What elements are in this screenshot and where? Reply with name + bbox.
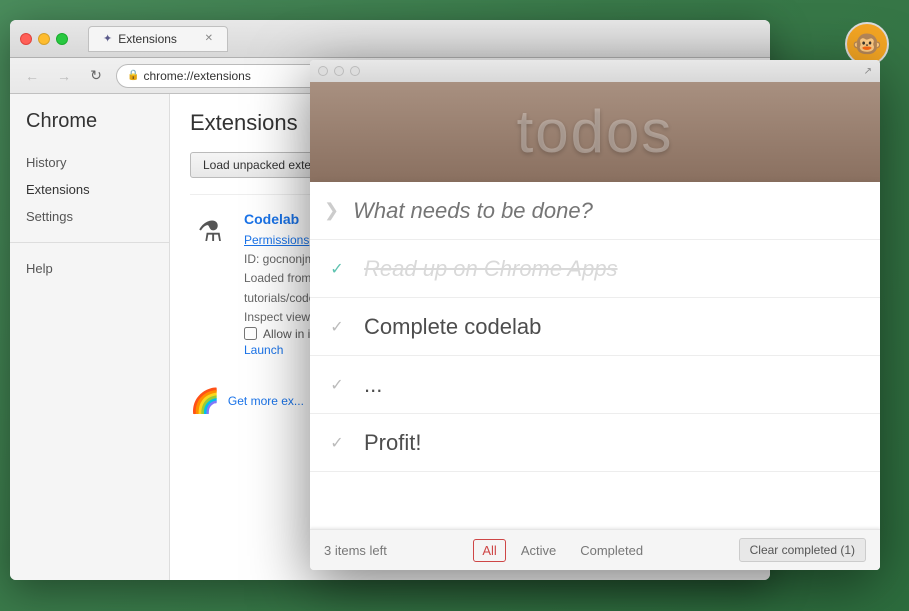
toggle-all-icon[interactable]: ❯ bbox=[324, 200, 339, 221]
refresh-button[interactable]: ↻ bbox=[84, 64, 108, 88]
tab-close-button[interactable]: ✕ bbox=[205, 33, 213, 44]
todo-checkbox-1[interactable]: ✓ bbox=[324, 256, 350, 282]
todo-text-1: Read up on Chrome Apps bbox=[364, 256, 618, 282]
todos-tl-3 bbox=[350, 66, 360, 76]
sidebar-item-extensions[interactable]: Extensions bbox=[10, 176, 169, 203]
tab-title: Extensions bbox=[118, 32, 177, 46]
todo-list: ✓ Read up on Chrome Apps ✓ Complete code… bbox=[310, 240, 880, 529]
clear-completed-button[interactable]: Clear completed (1) bbox=[739, 538, 866, 562]
back-button[interactable]: ← bbox=[20, 64, 44, 88]
launch-link[interactable]: Launch bbox=[244, 343, 283, 357]
todo-input-row: ❯ bbox=[310, 182, 880, 240]
todos-footer: 3 items left All Active Completed Clear … bbox=[310, 529, 880, 570]
sidebar-divider bbox=[10, 242, 169, 243]
minimize-button[interactable] bbox=[38, 33, 50, 45]
todo-item: ✓ Profit! bbox=[310, 414, 880, 472]
permissions-link[interactable]: Permissions bbox=[244, 233, 309, 247]
items-left-count: 3 items left bbox=[324, 543, 387, 558]
codelab-icon: ⚗ bbox=[190, 211, 230, 251]
todo-text-3: ... bbox=[364, 372, 382, 398]
todos-body: ❯ ✓ Read up on Chrome Apps ✓ Complete co… bbox=[310, 182, 880, 570]
close-button[interactable] bbox=[20, 33, 32, 45]
lock-icon: 🔒 bbox=[127, 70, 139, 81]
footer-filters: All Active Completed bbox=[473, 539, 652, 562]
tab-icon: ✦ bbox=[103, 32, 112, 45]
forward-button[interactable]: → bbox=[52, 64, 76, 88]
flask-icon: ⚗ bbox=[197, 215, 222, 248]
todos-expand-icon[interactable]: ↗ bbox=[864, 66, 872, 77]
todos-tl-2 bbox=[334, 66, 344, 76]
sidebar-item-history[interactable]: History bbox=[10, 149, 169, 176]
todo-text-2: Complete codelab bbox=[364, 314, 541, 340]
get-more-link[interactable]: Get more ex... bbox=[228, 394, 304, 408]
todo-checkbox-4[interactable]: ✓ bbox=[324, 430, 350, 456]
title-bar: ✦ Extensions ✕ bbox=[10, 20, 770, 58]
filter-active-button[interactable]: Active bbox=[512, 539, 565, 562]
todos-header: todos bbox=[310, 82, 880, 182]
todo-item: ✓ Read up on Chrome Apps bbox=[310, 240, 880, 298]
tab-bar: ✦ Extensions ✕ bbox=[88, 26, 760, 52]
maximize-button[interactable] bbox=[56, 33, 68, 45]
loaded-label: Loaded from: bbox=[244, 271, 315, 285]
allow-input[interactable] bbox=[244, 327, 257, 340]
traffic-lights bbox=[20, 33, 68, 45]
todos-window: ↗ todos ❯ ✓ Read up on Chrome Apps ✓ Com… bbox=[310, 60, 880, 570]
filter-completed-button[interactable]: Completed bbox=[571, 539, 652, 562]
todo-input[interactable] bbox=[353, 198, 866, 224]
sidebar-title: Chrome bbox=[10, 110, 169, 149]
todo-item: ✓ ... bbox=[310, 356, 880, 414]
filter-all-button[interactable]: All bbox=[473, 539, 505, 562]
sidebar-item-help[interactable]: Help bbox=[10, 255, 169, 282]
todos-app-title: todos bbox=[330, 102, 860, 162]
rainbow-icon: 🌈 bbox=[190, 387, 220, 416]
todo-text-4: Profit! bbox=[364, 430, 421, 456]
todo-item: ✓ Complete codelab bbox=[310, 298, 880, 356]
extensions-tab[interactable]: ✦ Extensions ✕ bbox=[88, 26, 228, 52]
sidebar-item-settings[interactable]: Settings bbox=[10, 203, 169, 230]
todos-tl-1 bbox=[318, 66, 328, 76]
todos-titlebar: ↗ bbox=[310, 60, 880, 82]
todo-checkbox-3[interactable]: ✓ bbox=[324, 372, 350, 398]
address-text: chrome://extensions bbox=[143, 69, 250, 83]
todo-checkbox-2[interactable]: ✓ bbox=[324, 314, 350, 340]
sidebar: Chrome History Extensions Settings Help bbox=[10, 94, 170, 580]
